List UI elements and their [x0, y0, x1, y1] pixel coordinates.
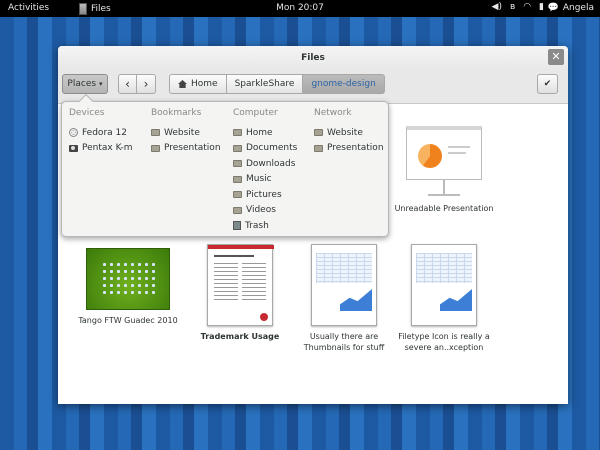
folder-icon: [314, 129, 323, 137]
place-label: Presentation: [164, 143, 221, 154]
place-item-pentax[interactable]: Pentax K-m: [69, 141, 149, 157]
file-name: Tango FTW Guadec 2010: [78, 316, 178, 325]
places-button-label: Places: [67, 79, 97, 89]
file-item[interactable]: Unreadable Presentation: [394, 126, 494, 214]
app-menu[interactable]: Files: [79, 1, 111, 16]
place-label: Website: [327, 127, 363, 138]
place-label: Home: [246, 127, 273, 138]
wifi-icon[interactable]: ◠: [523, 2, 531, 12]
file-name: Unreadable Presentation: [394, 204, 494, 213]
spreadsheet-icon: [411, 244, 477, 326]
user-name: Angela: [562, 3, 594, 13]
folder-icon: [233, 129, 242, 137]
home-icon: [178, 80, 187, 88]
folder-icon: [314, 144, 323, 152]
document-thumbnail-icon: [207, 244, 274, 326]
section-heading: Network: [314, 108, 352, 118]
path-gnome-design-label: gnome-design: [311, 79, 376, 89]
folder-icon: [233, 160, 242, 168]
path-bar: Home SparkleShare gnome-design: [169, 74, 385, 94]
selection-mode-button[interactable]: ✔: [537, 74, 558, 94]
window-titlebar[interactable]: Files ✕: [58, 46, 568, 70]
file-item[interactable]: Tango FTW Guadec 2010: [78, 248, 178, 326]
places-bookmarks-section: Bookmarks Website Presentation: [151, 108, 231, 156]
section-heading: Computer: [233, 108, 278, 118]
bluetooth-icon[interactable]: ʙ: [510, 2, 515, 12]
presentation-icon: [406, 126, 482, 198]
place-label: Downloads: [246, 158, 296, 169]
places-button[interactable]: Places ▾: [62, 74, 108, 94]
window-title: Files: [301, 53, 325, 63]
file-item[interactable]: Trademark Usage: [190, 244, 290, 342]
close-button[interactable]: ✕: [548, 49, 564, 65]
volume-icon[interactable]: ◀): [492, 2, 502, 12]
trash-icon: [233, 221, 241, 231]
path-sparkleshare[interactable]: SparkleShare: [226, 74, 304, 94]
place-label: Trash: [245, 220, 269, 231]
folder-icon: [151, 129, 160, 137]
system-tray: ◀) ʙ ◠ ▮: [492, 2, 544, 12]
place-label: Documents: [246, 143, 298, 154]
battery-icon[interactable]: ▮: [539, 2, 544, 12]
places-devices-section: Devices ◌ Fedora 12 Pentax K-m: [69, 108, 149, 156]
path-home-label: Home: [191, 79, 218, 89]
place-item-website[interactable]: Website: [151, 125, 231, 141]
image-thumbnail-icon: [86, 248, 170, 310]
places-computer-section: Computer Home Documents Downloads Music …: [233, 108, 313, 234]
place-item-network-website[interactable]: Website: [314, 125, 388, 141]
file-name: Trademark Usage: [200, 332, 280, 341]
folder-icon: [233, 206, 242, 214]
place-label: Music: [246, 174, 272, 185]
place-item-documents[interactable]: Documents: [233, 141, 313, 157]
places-popover: Devices ◌ Fedora 12 Pentax K-m Bookmarks…: [61, 93, 389, 237]
place-item-presentation[interactable]: Presentation: [151, 141, 231, 157]
place-label: Pictures: [246, 189, 282, 200]
file-item[interactable]: Usually there are Thumbnails for stuff: [294, 244, 394, 353]
chevron-down-icon: ▾: [99, 80, 103, 88]
forward-arrow-icon: ›: [143, 77, 149, 91]
file-name: Usually there are Thumbnails for stuff: [303, 332, 385, 352]
place-label: Pentax K-m: [82, 143, 133, 154]
camera-icon: [69, 144, 78, 152]
activities-button[interactable]: Activities: [8, 3, 49, 13]
path-gnome-design[interactable]: gnome-design: [303, 74, 385, 94]
section-heading: Devices: [69, 108, 105, 118]
places-network-section: Network Website Presentation: [314, 108, 388, 156]
folder-icon: [233, 144, 242, 152]
top-bar: Activities Files Mon 20:07 ◀) ʙ ◠ ▮ 💬 An…: [0, 0, 600, 17]
folder-icon: [233, 191, 242, 199]
place-label: Fedora 12: [82, 127, 127, 138]
place-item-home[interactable]: Home: [233, 125, 313, 141]
forward-button[interactable]: ›: [137, 74, 156, 94]
place-label: Presentation: [327, 143, 384, 154]
user-menu[interactable]: 💬 Angela: [548, 3, 594, 13]
back-arrow-icon: ‹: [125, 77, 130, 91]
place-item-fedora[interactable]: ◌ Fedora 12: [69, 125, 149, 141]
path-sparkleshare-label: SparkleShare: [234, 79, 295, 89]
place-item-videos[interactable]: Videos: [233, 203, 313, 219]
app-menu-label: Files: [91, 3, 111, 14]
file-name: Filetype Icon is really a severe an..xce…: [398, 332, 490, 352]
folder-icon: [233, 175, 242, 183]
path-home[interactable]: Home: [169, 74, 227, 94]
toolbar: Places ▾ ‹ › Home SparkleShare gnome-des…: [58, 70, 568, 104]
folder-icon: [151, 144, 160, 152]
disc-icon: ◌: [69, 128, 78, 138]
back-button[interactable]: ‹: [118, 74, 137, 94]
place-item-trash[interactable]: Trash: [233, 218, 313, 234]
place-item-pictures[interactable]: Pictures: [233, 187, 313, 203]
user-status-icon: 💬: [547, 3, 559, 13]
check-icon: ✔: [543, 79, 552, 89]
place-label: Website: [164, 127, 200, 138]
files-app-icon: [79, 2, 87, 15]
file-item[interactable]: Filetype Icon is really a severe an..xce…: [394, 244, 494, 353]
spreadsheet-icon: [311, 244, 377, 326]
section-heading: Bookmarks: [151, 108, 202, 118]
place-item-downloads[interactable]: Downloads: [233, 156, 313, 172]
place-label: Videos: [246, 205, 276, 216]
place-item-network-presentation[interactable]: Presentation: [314, 141, 388, 157]
place-item-music[interactable]: Music: [233, 172, 313, 188]
